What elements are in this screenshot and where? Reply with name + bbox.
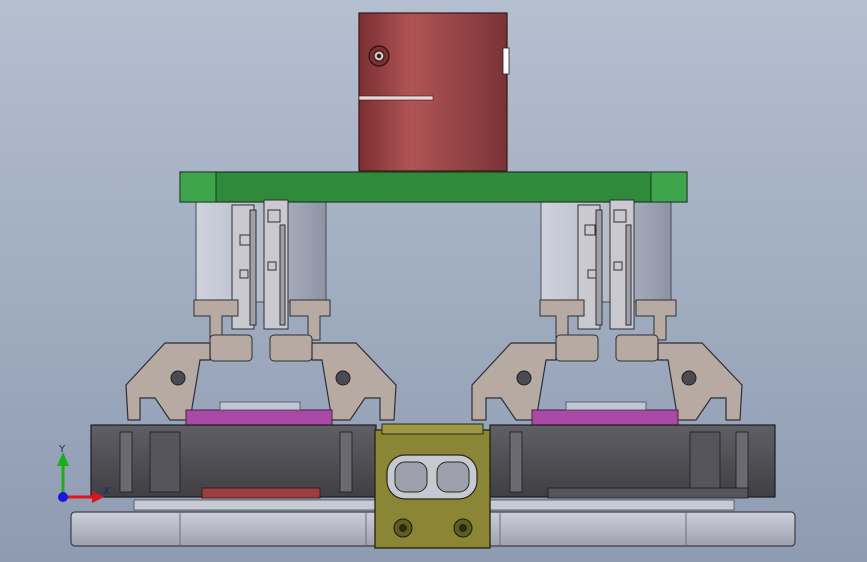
pneumatic-cylinder-left[interactable] [195,197,327,303]
pneumatic-cylinder-right[interactable] [540,197,672,303]
cad-viewport[interactable]: Y X [0,0,867,562]
fixture-base-left[interactable] [90,424,377,499]
mounting-plate[interactable] [179,171,688,203]
motor-coupling[interactable] [358,12,510,172]
fixture-base-right[interactable] [489,424,776,499]
y-axis-label: Y [58,444,66,455]
cad-model-scene: Y X [0,0,867,562]
center-clamp-block[interactable] [374,423,491,549]
x-axis-label: X [103,486,110,497]
